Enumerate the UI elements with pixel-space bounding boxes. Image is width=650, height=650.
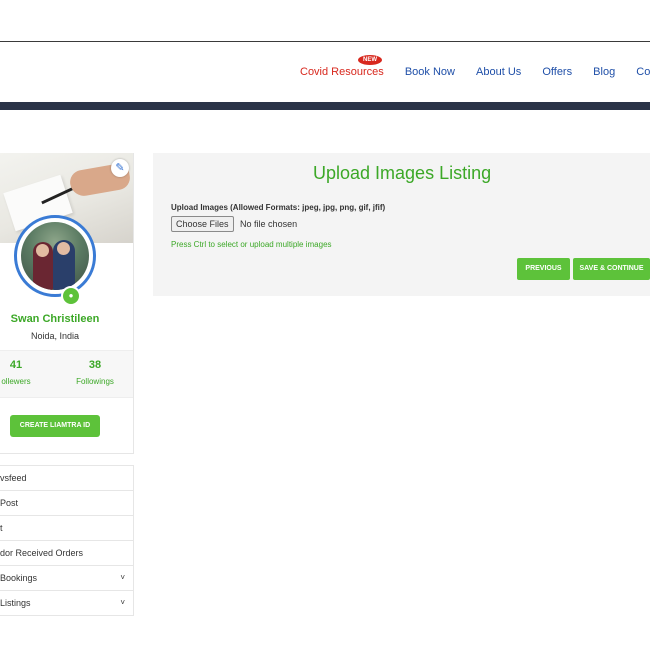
sidebar-item-label: t	[0, 523, 3, 533]
chevron-down-icon[interactable]: ˅	[120, 566, 125, 590]
file-status: No file chosen	[240, 219, 298, 229]
sidebar-menu: vsfeed Post t dor Received Orders Bookin…	[0, 465, 134, 616]
followings-label: Followings	[76, 377, 114, 386]
sidebar-item-post[interactable]: Post	[0, 491, 133, 516]
new-badge: NEW	[358, 55, 382, 65]
upload-hint: Press Ctrl to select or upload multiple …	[171, 240, 332, 249]
nav-covid-resources[interactable]: Covid Resources NEW	[300, 55, 384, 78]
chevron-down-icon[interactable]: ˅	[120, 591, 125, 615]
nav-book-now[interactable]: Book Now	[405, 66, 455, 78]
sidebar-item-label: Post	[0, 498, 19, 508]
sidebar-item-label: vsfeed	[0, 473, 27, 483]
camera-icon[interactable]: ●	[61, 286, 81, 306]
followers-count: 41	[9, 359, 23, 371]
nav-contact[interactable]: Cont	[636, 66, 650, 78]
upload-panel: Upload Images Listing Upload Images (All…	[153, 153, 650, 296]
create-liamtra-id-button[interactable]: CREATE LIAMTRA ID	[10, 415, 100, 437]
edit-icon[interactable]: ✎	[111, 159, 129, 177]
profile-stats: 41 ollewers 38 Followings	[0, 350, 133, 398]
sidebar-item-newsfeed[interactable]: vsfeed	[0, 466, 133, 491]
sidebar-item-t[interactable]: t	[0, 516, 133, 541]
choose-files-button[interactable]: Choose Files	[171, 216, 234, 232]
nav-offers[interactable]: Offers	[542, 66, 572, 78]
nav-covid-label: Covid Resources	[300, 66, 384, 78]
nav-about-us[interactable]: About Us	[476, 66, 521, 78]
nav-blog[interactable]: Blog	[593, 66, 615, 78]
followings-stat[interactable]: 38 Followings	[70, 359, 120, 386]
page-title: Upload Images Listing	[313, 163, 492, 183]
avatar-photo	[21, 222, 89, 290]
followers-label: ollewers	[1, 377, 31, 386]
profile-card: ✎ ● Swan Christileen Noida, India 41 oll…	[0, 153, 134, 454]
sidebar-item-label: Bookings	[0, 573, 38, 583]
sidebar-item-label: Listings	[0, 598, 31, 608]
nav-strip	[0, 102, 650, 110]
sidebar-item-vendor-received-orders[interactable]: dor Received Orders	[0, 541, 133, 566]
avatar-face-1	[36, 244, 49, 257]
formats-label: Upload Images (Allowed Formats: jpeg, jp…	[171, 203, 386, 212]
avatar-face-2	[57, 242, 70, 255]
followers-stat[interactable]: 41 ollewers	[0, 359, 36, 386]
sidebar-item-listings[interactable]: Listings ˅	[0, 591, 133, 616]
followings-count: 38	[88, 359, 102, 371]
profile-name: Swan Christileen	[10, 313, 100, 325]
sidebar-item-label: dor Received Orders	[0, 548, 84, 558]
save-continue-button[interactable]: SAVE & CONTINUE	[573, 258, 650, 280]
profile-location: Noida, India	[30, 331, 80, 341]
file-input: Choose Files No file chosen	[171, 216, 297, 232]
avatar	[14, 215, 96, 297]
main-nav: Covid Resources NEW Book Now About Us Of…	[300, 55, 650, 78]
sidebar-item-bookings[interactable]: Bookings ˅	[0, 566, 133, 591]
previous-button[interactable]: PREVIOUS	[517, 258, 570, 280]
